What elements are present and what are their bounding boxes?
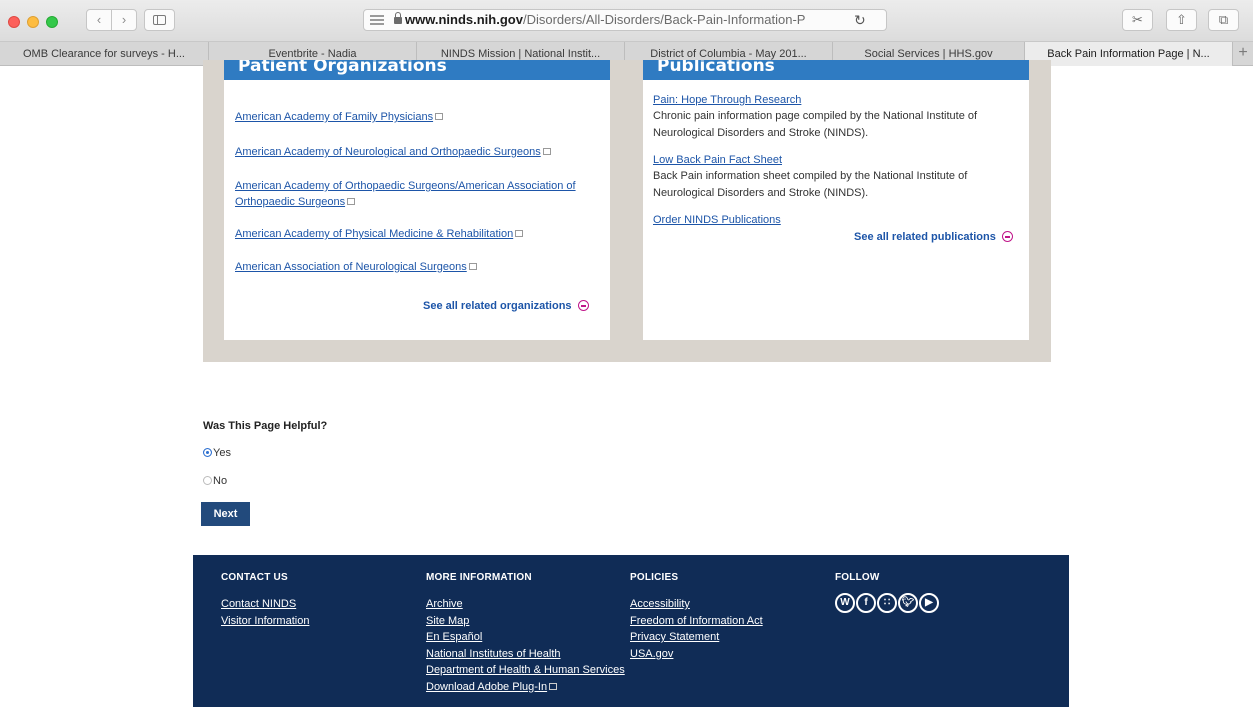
site-footer: CONTACT US Contact NINDS Visitor Informa… [193,555,1069,707]
footer-link[interactable]: Visitor Information [221,613,309,630]
url-host: www.ninds.nih.gov [405,12,523,27]
footer-heading: FOLLOW [835,572,880,583]
external-link-icon [549,682,558,690]
org-link[interactable]: American Academy of Family Physicians [235,109,595,125]
sidebar-button[interactable] [144,9,175,31]
footer-link[interactable]: Download Adobe Plug-In [426,679,625,696]
radio-no[interactable] [203,476,212,485]
youtube-icon[interactable]: ▶ [919,593,939,613]
footer-more-column: MORE INFORMATION Archive Site Map En Esp… [426,572,625,695]
org-link[interactable]: American Academy of Physical Medicine & … [235,226,595,242]
publication-description: Back Pain information sheet compiled by … [653,170,968,199]
footer-contact-column: CONTACT US Contact NINDS Visitor Informa… [221,572,309,629]
card-heading: Patient Organizations [224,60,610,80]
footer-link[interactable]: Contact NINDS [221,596,309,613]
chevron-right-icon: › [121,12,127,27]
footer-heading: POLICIES [630,572,679,583]
patient-organizations-card: Patient Organizations American Academy o… [224,60,610,340]
publication-description: Chronic pain information page compiled b… [653,110,978,139]
footer-link[interactable]: USA.gov [630,646,763,663]
clip-button[interactable]: ✂ [1122,9,1153,31]
see-all-organizations-link[interactable]: See all related organizations [423,298,589,312]
facebook-icon[interactable]: f [856,593,876,613]
footer-link[interactable]: Privacy Statement [630,629,763,646]
url-path: /Disorders/All-Disorders/Back-Pain-Infor… [522,12,806,27]
external-link-icon [468,263,477,270]
see-all-publications-link[interactable]: See all related publications [854,229,1013,243]
reload-icon[interactable]: ↻ [854,10,866,30]
reader-icon[interactable] [370,15,384,25]
share-button[interactable]: ⇧ [1166,9,1197,31]
external-link-icon [542,148,551,155]
footer-link[interactable]: Archive [426,596,625,613]
tab[interactable]: OMB Clearance for surveys - H... [0,42,209,66]
tab-active[interactable]: Back Pain Information Page | N... [1025,42,1233,66]
share-icon: ⇧ [1176,12,1187,27]
org-link[interactable]: American Academy of Orthopaedic Surgeons… [235,178,595,210]
footer-link[interactable]: Freedom of Information Act [630,613,763,630]
forward-button[interactable]: › [111,9,137,31]
publication-link[interactable]: Pain: Hope Through Research [653,94,801,106]
org-link[interactable]: American Academy of Neurological and Ort… [235,144,595,160]
browser-toolbar: ‹ › www.ninds.nih.gov/Disorders/All-Diso… [0,0,1253,42]
radio-no-option[interactable]: No [203,475,227,487]
scissors-icon: ✂ [1132,12,1143,27]
next-button[interactable]: Next [201,502,250,526]
rss-icon[interactable]: ∷ [877,593,897,613]
twitter-icon[interactable]: 🐦︎ [898,593,918,613]
external-link-icon [515,230,524,237]
card-heading: Publications [643,60,1029,80]
chevron-left-icon: ‹ [96,12,102,27]
radio-yes[interactable] [203,448,212,457]
footer-link[interactable]: National Institutes of Health [426,646,625,663]
zoom-window-button[interactable] [46,16,58,28]
arrow-circle-icon [577,300,589,311]
footer-heading: MORE INFORMATION [426,572,532,583]
lock-icon [394,12,402,24]
footer-link[interactable]: Department of Health & Human Services [426,662,625,679]
close-window-button[interactable] [8,16,20,28]
external-link-icon [435,113,444,120]
footer-link[interactable]: En Español [426,629,625,646]
footer-follow-column: FOLLOW Wf ∷ 🐦︎ ▶ [835,572,940,613]
url-text: www.ninds.nih.gov/Disorders/All-Disorder… [394,10,805,30]
tabs-icon: ⧉ [1218,12,1229,27]
footer-heading: CONTACT US [221,572,288,583]
footer-policies-column: POLICIES Accessibility Freedom of Inform… [630,572,763,662]
external-link-icon [347,198,356,205]
order-publications-link[interactable]: Order NINDS Publications [653,214,781,226]
publications-card: Publications Pain: Hope Through Research… [643,60,1029,340]
footer-link[interactable]: Accessibility [630,596,763,613]
wordpress-icon[interactable]: W [835,593,855,613]
address-bar[interactable]: www.ninds.nih.gov/Disorders/All-Disorder… [363,9,887,31]
footer-link[interactable]: Site Map [426,613,625,630]
feedback-question: Was This Page Helpful? [203,420,328,432]
org-link[interactable]: American Association of Neurological Sur… [235,259,595,275]
publication-link[interactable]: Low Back Pain Fact Sheet [653,154,782,166]
sidebar-icon [153,15,166,25]
show-tabs-button[interactable]: ⧉ [1208,9,1239,31]
arrow-circle-icon [1001,231,1013,242]
back-button[interactable]: ‹ [86,9,112,31]
minimize-window-button[interactable] [27,16,39,28]
new-tab-button[interactable]: + [1233,42,1253,66]
radio-yes-option[interactable]: Yes [203,447,231,459]
